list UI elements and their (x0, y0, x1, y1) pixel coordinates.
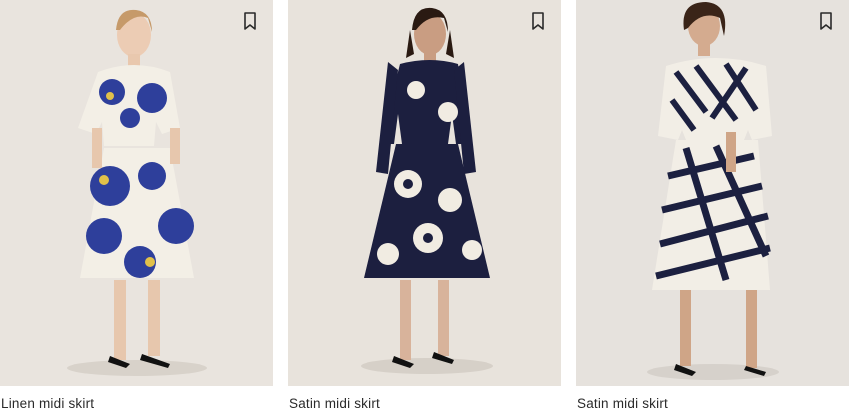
product-title[interactable]: Satin midi skirt (577, 396, 668, 411)
product-image[interactable] (288, 0, 561, 386)
product-card[interactable]: Linen midi skirt (0, 0, 273, 414)
bookmark-icon[interactable] (527, 10, 549, 32)
product-title[interactable]: Satin midi skirt (289, 396, 380, 411)
product-title[interactable]: Linen midi skirt (1, 396, 94, 411)
product-card[interactable]: Satin midi skirt (576, 0, 849, 414)
product-grid: Linen midi skirt Satin midi skirt Satin … (0, 0, 850, 414)
bookmark-icon[interactable] (239, 10, 261, 32)
product-card[interactable]: Satin midi skirt (288, 0, 561, 414)
bookmark-icon[interactable] (815, 10, 837, 32)
product-image[interactable] (0, 0, 273, 386)
product-image[interactable] (576, 0, 849, 386)
